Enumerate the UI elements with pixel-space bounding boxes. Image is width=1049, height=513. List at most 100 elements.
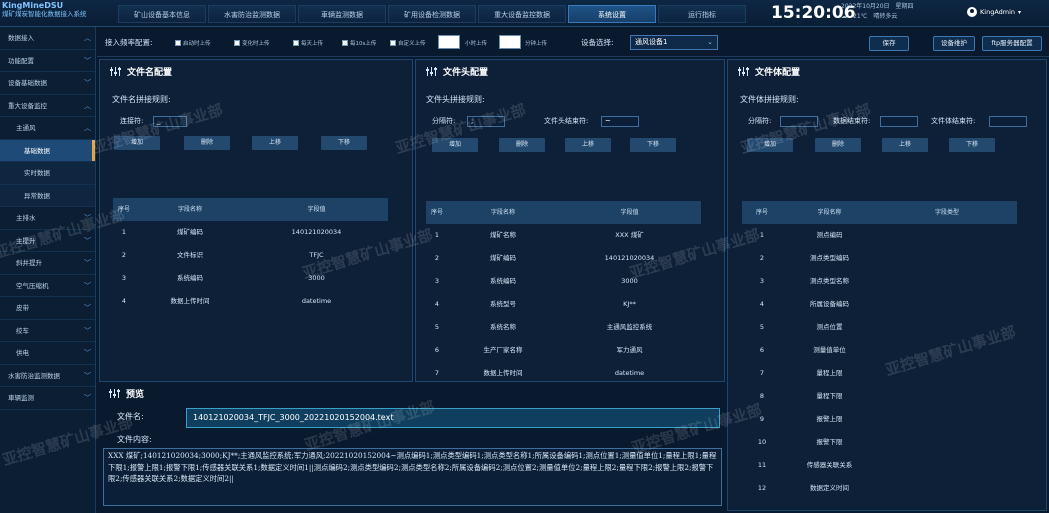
sidebar-item[interactable]: 斜井提升 ﹀ xyxy=(0,252,95,275)
checkbox-upload-on-start[interactable]: 启动时上传 xyxy=(175,39,211,47)
chevron-down-icon[interactable]: ﹀ xyxy=(84,275,91,298)
hour-input[interactable] xyxy=(438,35,460,49)
save-button[interactable]: 保存 xyxy=(869,36,909,51)
file-content-textarea[interactable]: XXX 煤矿;140121020034;3000;KJ**;主通风监控系统;军力… xyxy=(103,448,722,506)
sidebar-item[interactable]: 主提升 ﹀ xyxy=(0,230,95,253)
table-row[interactable]: 11 传感器关联关系 xyxy=(742,454,1017,477)
sidebar-item[interactable]: 水害防治监测数据 ﹀ xyxy=(0,365,95,388)
chevron-down-icon[interactable]: ﹀ xyxy=(84,297,91,320)
separator-input[interactable] xyxy=(780,116,818,127)
device-select[interactable]: 通风设备1 ⌄ xyxy=(630,35,718,50)
sidebar-item[interactable]: 实时数据 xyxy=(0,162,95,185)
table-row[interactable]: 4 系统型号 KJ** xyxy=(426,293,701,316)
table-row[interactable]: 2 煤矿编码 140121020034 xyxy=(426,247,701,270)
sidebar-item[interactable]: 绞车 ﹀ xyxy=(0,320,95,343)
sidebar-item[interactable]: 异常数据 xyxy=(0,184,95,207)
sidebar-item[interactable]: 皮带 ﹀ xyxy=(0,297,95,320)
sidebar-item[interactable]: 设备基础数据 ﹀ xyxy=(0,72,95,95)
table-row[interactable]: 8 量程下限 xyxy=(742,385,1017,408)
chevron-up-icon[interactable]: ︿ xyxy=(84,117,91,140)
filename-preview-input[interactable]: 140121020034_TFJC_3000_20221020152004.te… xyxy=(186,408,720,428)
sidebar-item[interactable]: 供电 ﹀ xyxy=(0,342,95,365)
table-row[interactable]: 6 测量值单位 xyxy=(742,339,1017,362)
table-row[interactable]: 1 煤矿编码 140121020034 xyxy=(113,221,388,244)
table-row[interactable]: 7 数据上传时间 datetime xyxy=(426,362,701,385)
table-row[interactable]: 10 报警下限 xyxy=(742,431,1017,454)
sidebar-item[interactable]: 空气压缩机 ﹀ xyxy=(0,275,95,298)
table-row[interactable]: 3 系统编码 3000 xyxy=(113,267,388,290)
table-row[interactable]: 5 系统名称 主通风监控系统 xyxy=(426,316,701,339)
sidebar-item[interactable]: 主通风 ︿ xyxy=(0,117,95,140)
sidebar-item[interactable]: 主排水 ﹀ xyxy=(0,207,95,230)
device-maintain-button[interactable]: 设备维护 xyxy=(933,36,975,51)
add-button[interactable]: 增加 xyxy=(432,138,478,152)
table-row[interactable]: 5 测点位置 xyxy=(742,316,1017,339)
nav-tab-major-equipment[interactable]: 重大设备监控数据 xyxy=(478,5,566,23)
chevron-down-icon[interactable]: ﹀ xyxy=(84,320,91,343)
nav-tab-system-settings[interactable]: 系统设置 xyxy=(568,5,656,23)
move-down-button[interactable]: 下移 xyxy=(321,136,367,150)
nav-tab-mine-equipment[interactable]: 矿用设备检测数据 xyxy=(388,5,476,23)
chevron-down-icon[interactable]: ﹀ xyxy=(84,50,91,73)
checkbox-icon[interactable] xyxy=(342,40,348,46)
user-menu[interactable]: KingAdmin ▾ xyxy=(967,7,1021,17)
checkbox-icon[interactable] xyxy=(175,40,181,46)
table-row[interactable]: 1 煤矿名称 XXX 煤矿 xyxy=(426,224,701,247)
table-row[interactable]: 2 文件标识 TFJC xyxy=(113,244,388,267)
data-end-input[interactable] xyxy=(880,116,918,127)
separator-input[interactable]: ; xyxy=(467,116,505,127)
chevron-down-icon[interactable]: ﹀ xyxy=(84,207,91,230)
table-row[interactable]: 12 数据定义时间 xyxy=(742,477,1017,500)
chevron-down-icon[interactable]: ﹀ xyxy=(84,230,91,253)
minute-input[interactable] xyxy=(499,35,521,49)
head-end-input[interactable]: ~ xyxy=(601,116,639,127)
checkbox-upload-10s[interactable]: 每10s上传 xyxy=(342,39,376,47)
chevron-down-icon[interactable]: ﹀ xyxy=(84,387,91,410)
checkbox-icon[interactable] xyxy=(390,40,396,46)
delete-button[interactable]: 删除 xyxy=(499,138,545,152)
delete-button[interactable]: 删除 xyxy=(184,136,230,150)
table-row[interactable]: 1 测点编码 xyxy=(742,224,1017,247)
table-row[interactable]: 4 所属设备编码 xyxy=(742,293,1017,316)
chevron-down-icon[interactable]: ﹀ xyxy=(84,72,91,95)
table-row[interactable]: 2 测点类型编码 xyxy=(742,247,1017,270)
ftp-config-button[interactable]: ftp服务器配置 xyxy=(982,36,1042,51)
table-cell xyxy=(877,385,1017,408)
nav-tab-vehicle[interactable]: 車辆监测数据 xyxy=(298,5,386,23)
connector-input[interactable]: _ xyxy=(153,116,187,127)
checkbox-upload-on-change[interactable]: 变化时上传 xyxy=(234,39,270,47)
table-row[interactable]: 3 系统编码 3000 xyxy=(426,270,701,293)
table-header-cell: 字段值 xyxy=(307,206,326,213)
sidebar-item[interactable]: 数据接入 ︿ xyxy=(0,27,95,50)
checkbox-upload-custom[interactable]: 自定义上传 xyxy=(390,39,426,47)
move-down-button[interactable]: 下移 xyxy=(630,138,676,152)
sidebar-item[interactable]: 功能配置 ﹀ xyxy=(0,50,95,73)
table-row[interactable]: 9 报警上限 xyxy=(742,408,1017,431)
add-button[interactable]: 增加 xyxy=(114,136,160,150)
sidebar-item[interactable]: 基础数据 xyxy=(0,139,95,162)
move-up-button[interactable]: 上移 xyxy=(882,138,928,152)
chevron-down-icon[interactable]: ﹀ xyxy=(84,252,91,275)
chevron-down-icon[interactable]: ﹀ xyxy=(84,365,91,388)
body-end-input[interactable] xyxy=(989,116,1027,127)
checkbox-upload-daily[interactable]: 每天上传 xyxy=(293,39,323,47)
nav-tab-water-hazard[interactable]: 水害防治监测数据 xyxy=(208,5,296,23)
nav-tab-equipment-info[interactable]: 矿山设备基本信息 xyxy=(118,5,206,23)
chevron-down-icon[interactable]: ﹀ xyxy=(84,342,91,365)
table-row[interactable]: 6 生产厂家名称 军力通风 xyxy=(426,339,701,362)
chevron-up-icon[interactable]: ︿ xyxy=(84,95,91,118)
move-up-button[interactable]: 上移 xyxy=(565,138,611,152)
sidebar-item[interactable]: 重大设备监控 ︿ xyxy=(0,95,95,118)
nav-tab-operation-index[interactable]: 运行指标 xyxy=(658,5,746,23)
move-down-button[interactable]: 下移 xyxy=(949,138,995,152)
table-row[interactable]: 3 测点类型名称 xyxy=(742,270,1017,293)
checkbox-icon[interactable] xyxy=(234,40,240,46)
table-row[interactable]: 4 数据上传时间 datetime xyxy=(113,290,388,313)
chevron-up-icon[interactable]: ︿ xyxy=(84,27,91,50)
sidebar-item[interactable]: 車辆监测 ﹀ xyxy=(0,387,95,410)
checkbox-icon[interactable] xyxy=(293,40,299,46)
add-button[interactable]: 增加 xyxy=(747,138,793,152)
table-row[interactable]: 7 量程上限 xyxy=(742,362,1017,385)
delete-button[interactable]: 删除 xyxy=(815,138,861,152)
move-up-button[interactable]: 上移 xyxy=(252,136,298,150)
